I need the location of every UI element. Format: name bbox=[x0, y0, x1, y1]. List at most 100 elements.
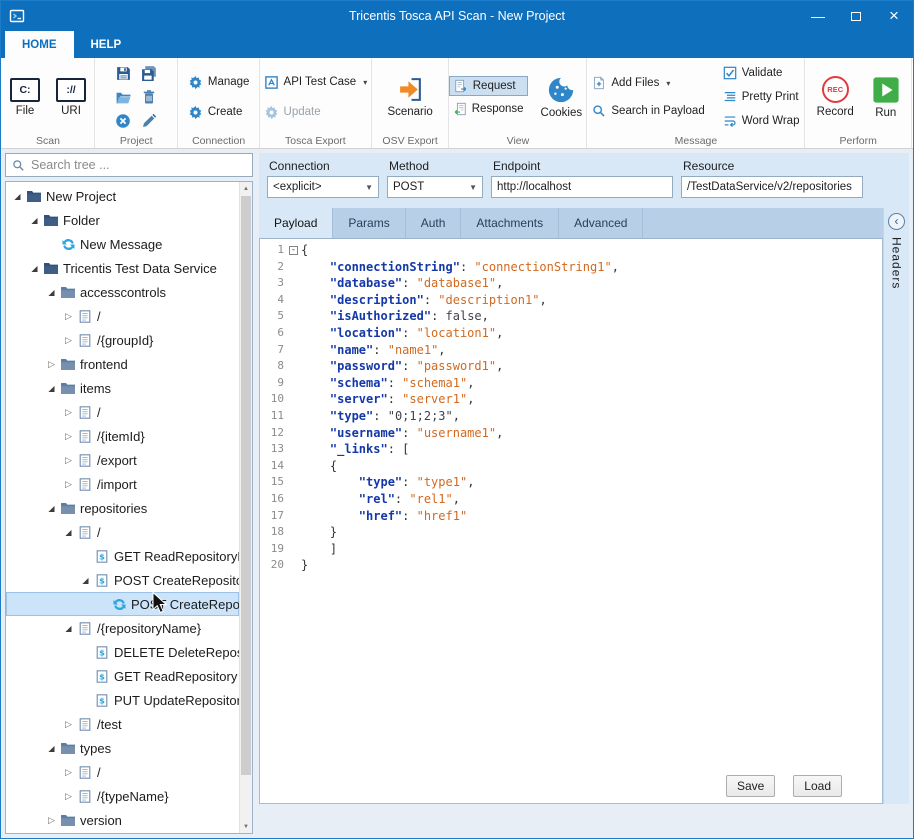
tree-item[interactable]: ◢New Project bbox=[6, 184, 239, 208]
expand-headers-button[interactable]: ‹ bbox=[888, 213, 905, 230]
close-project-button[interactable] bbox=[112, 111, 134, 132]
tree-item[interactable]: $PUT UpdateRepository bbox=[6, 688, 239, 712]
code-text[interactable]: { bbox=[301, 458, 337, 475]
code-text[interactable]: "database": "database1", bbox=[301, 275, 503, 292]
tree-item[interactable]: ▷/{itemId} bbox=[6, 424, 239, 448]
collapsed-arrow-icon[interactable]: ▷ bbox=[61, 719, 76, 730]
code-text[interactable]: ] bbox=[301, 541, 337, 558]
endpoint-input[interactable]: http://localhost bbox=[491, 176, 673, 198]
open-project-button[interactable] bbox=[112, 87, 134, 108]
uri-scan-button[interactable]: :// URI bbox=[51, 75, 91, 120]
code-text[interactable]: "isAuthorized": false, bbox=[301, 308, 489, 325]
close-button[interactable]: × bbox=[875, 1, 913, 31]
tree-item[interactable]: ▷version bbox=[6, 808, 239, 832]
code-text[interactable]: } bbox=[301, 557, 308, 574]
minimize-button[interactable]: — bbox=[799, 1, 837, 31]
collapsed-arrow-icon[interactable]: ▷ bbox=[61, 455, 76, 466]
collapsed-arrow-icon[interactable]: ▷ bbox=[61, 791, 76, 802]
payload-editor[interactable]: 1-{2 "connectionString": "connectionStri… bbox=[259, 238, 883, 804]
create-connection-button[interactable]: Create bbox=[184, 103, 254, 122]
tree-item[interactable]: POST CreateRepository bbox=[6, 592, 239, 616]
run-button[interactable]: Run bbox=[867, 73, 905, 122]
code-text[interactable]: } bbox=[301, 524, 337, 541]
tree-item[interactable]: ◢items bbox=[6, 376, 239, 400]
tab-payload[interactable]: Payload bbox=[259, 208, 333, 238]
scenario-button[interactable]: Scenario bbox=[382, 73, 437, 121]
tree-item[interactable]: ▷/{typeName} bbox=[6, 784, 239, 808]
code-text[interactable]: "type": "type1", bbox=[301, 474, 474, 491]
expanded-arrow-icon[interactable]: ◢ bbox=[44, 504, 59, 513]
delete-button[interactable] bbox=[138, 87, 160, 108]
validate-button[interactable]: Validate bbox=[719, 64, 804, 82]
code-text[interactable]: "password": "password1", bbox=[301, 358, 503, 375]
tree-search-input[interactable] bbox=[31, 158, 246, 172]
record-button[interactable]: REC Record bbox=[812, 73, 859, 121]
code-text[interactable]: "server": "server1", bbox=[301, 391, 474, 408]
resource-input[interactable]: /TestDataService/v2/repositories bbox=[681, 176, 863, 198]
tree-item[interactable]: ◢repositories bbox=[6, 496, 239, 520]
tree-item[interactable]: New Message bbox=[6, 232, 239, 256]
tree-item[interactable]: ▷/test bbox=[6, 712, 239, 736]
tree-item[interactable]: ▷/export bbox=[6, 448, 239, 472]
tree-item[interactable]: ◢/{repositoryName} bbox=[6, 616, 239, 640]
code-text[interactable]: "name": "name1", bbox=[301, 342, 446, 359]
tree-item[interactable]: $GET ReadRepositoryList bbox=[6, 544, 239, 568]
scroll-up-icon[interactable]: ▲ bbox=[240, 182, 252, 195]
collapsed-arrow-icon[interactable]: ▷ bbox=[61, 335, 76, 346]
collapsed-arrow-icon[interactable]: ▷ bbox=[44, 359, 59, 370]
code-text[interactable]: "rel": "rel1", bbox=[301, 491, 460, 508]
tab-advanced[interactable]: Advanced bbox=[559, 208, 643, 238]
tree-item[interactable]: ▷/{groupId} bbox=[6, 328, 239, 352]
tab-home[interactable]: HOME bbox=[5, 31, 74, 58]
tree-scrollbar[interactable]: ▲ ▼ bbox=[239, 182, 252, 833]
tab-auth[interactable]: Auth bbox=[406, 208, 462, 238]
add-files-button[interactable]: Add Files ▾ bbox=[588, 74, 708, 92]
tab-help[interactable]: HELP bbox=[74, 31, 139, 58]
expanded-arrow-icon[interactable]: ◢ bbox=[44, 744, 59, 753]
code-text[interactable]: "description": "description1", bbox=[301, 292, 547, 309]
search-in-payload-button[interactable]: Search in Payload bbox=[588, 102, 708, 120]
expanded-arrow-icon[interactable]: ◢ bbox=[44, 384, 59, 393]
collapsed-arrow-icon[interactable]: ▷ bbox=[61, 311, 76, 322]
code-text[interactable]: "href": "href1" bbox=[301, 508, 467, 525]
api-test-case-button[interactable]: API Test Case ▾ bbox=[260, 73, 372, 92]
tree-item[interactable]: ◢accesscontrols bbox=[6, 280, 239, 304]
code-text[interactable]: "schema": "schema1", bbox=[301, 375, 474, 392]
tree-item[interactable]: ◢$POST CreateRepository bbox=[6, 568, 239, 592]
tree-item[interactable]: ▷/ bbox=[6, 760, 239, 784]
response-toggle-button[interactable]: Response bbox=[449, 100, 528, 118]
method-select[interactable]: POST ▼ bbox=[387, 176, 483, 198]
code-text[interactable]: "type": "0;1;2;3", bbox=[301, 408, 460, 425]
code-text[interactable]: "connectionString": "connectionString1", bbox=[301, 259, 619, 276]
code-text[interactable]: "username": "username1", bbox=[301, 425, 503, 442]
tree-item[interactable]: ◢/ bbox=[6, 520, 239, 544]
connection-select[interactable]: <explicit> ▼ bbox=[267, 176, 379, 198]
collapsed-arrow-icon[interactable]: ▷ bbox=[61, 767, 76, 778]
tab-params[interactable]: Params bbox=[333, 208, 405, 238]
tree-item[interactable]: ▷/ bbox=[6, 304, 239, 328]
tree-item[interactable]: $GET ReadRepository bbox=[6, 664, 239, 688]
collapsed-arrow-icon[interactable]: ▷ bbox=[61, 431, 76, 442]
code-text[interactable]: "location": "location1", bbox=[301, 325, 503, 342]
collapsed-arrow-icon[interactable]: ▷ bbox=[44, 815, 59, 826]
expanded-arrow-icon[interactable]: ◢ bbox=[44, 288, 59, 297]
save-project-as-button[interactable] bbox=[138, 63, 160, 84]
save-button[interactable]: Save bbox=[726, 775, 775, 797]
expanded-arrow-icon[interactable]: ◢ bbox=[27, 264, 42, 273]
expanded-arrow-icon[interactable]: ◢ bbox=[78, 576, 93, 585]
pretty-print-button[interactable]: Pretty Print bbox=[719, 88, 804, 106]
expanded-arrow-icon[interactable]: ◢ bbox=[10, 192, 25, 201]
collapsed-arrow-icon[interactable]: ▷ bbox=[61, 407, 76, 418]
tab-attachments[interactable]: Attachments bbox=[461, 208, 559, 238]
fold-toggle-icon[interactable]: - bbox=[286, 242, 301, 259]
tree-item[interactable]: $DELETE DeleteRepository bbox=[6, 640, 239, 664]
cookies-button[interactable]: Cookies bbox=[536, 73, 588, 122]
rename-button[interactable] bbox=[138, 111, 160, 132]
file-scan-button[interactable]: C: File bbox=[5, 75, 45, 120]
word-wrap-button[interactable]: Word Wrap bbox=[719, 112, 804, 130]
expanded-arrow-icon[interactable]: ◢ bbox=[61, 528, 76, 537]
update-button[interactable]: Update bbox=[260, 103, 372, 122]
save-project-button[interactable] bbox=[112, 63, 134, 84]
tree-item[interactable]: ▷/ bbox=[6, 400, 239, 424]
code-text[interactable]: { bbox=[301, 242, 308, 259]
